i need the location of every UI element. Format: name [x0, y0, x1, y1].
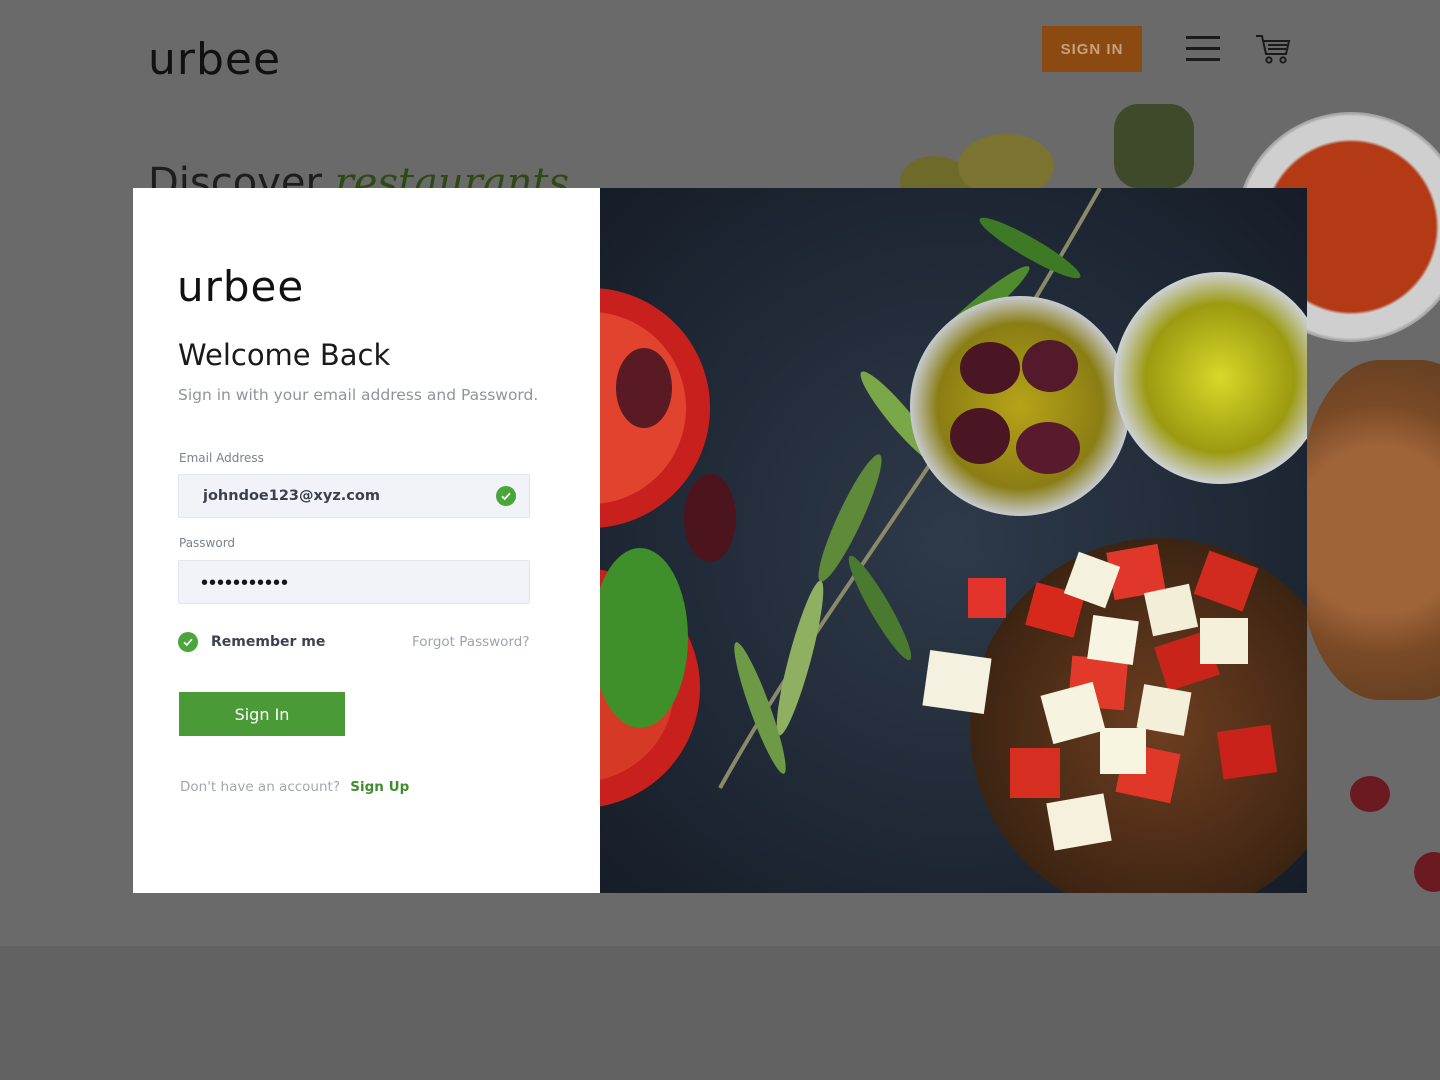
radish-image	[1350, 776, 1390, 812]
modal-title: Welcome Back	[178, 338, 391, 372]
cart-icon[interactable]	[1254, 30, 1292, 68]
password-label: Password	[179, 536, 236, 550]
signin-form-panel: urbee Welcome Back Sign in with your ema…	[133, 188, 600, 893]
forgot-password-link[interactable]: Forgot Password?	[412, 634, 530, 650]
check-circle-icon	[496, 486, 516, 506]
modal-logo: urbee	[177, 262, 305, 311]
signup-prompt: Don't have an account? Sign Up	[180, 779, 409, 795]
food-photo-panel	[600, 188, 1307, 893]
signin-modal: urbee Welcome Back Sign in with your ema…	[133, 188, 1307, 893]
header-signin-button[interactable]: SIGN IN	[1042, 26, 1142, 72]
password-input[interactable]: •••••••••••	[179, 561, 289, 605]
header-logo[interactable]: urbee	[148, 34, 281, 85]
lower-section	[0, 946, 1440, 1080]
no-account-text: Don't have an account?	[180, 779, 340, 795]
food-photo	[600, 188, 1307, 893]
email-field[interactable]	[178, 474, 530, 518]
email-input[interactable]	[179, 475, 529, 517]
signin-button[interactable]: Sign In	[179, 692, 345, 736]
hamburger-menu-icon[interactable]	[1186, 36, 1222, 62]
remember-me-label[interactable]: Remember me	[211, 634, 325, 650]
modal-subtitle: Sign in with your email address and Pass…	[178, 386, 539, 404]
email-label: Email Address	[179, 451, 264, 465]
remember-me-checkbox[interactable]: Remember me	[178, 632, 325, 652]
asparagus-image	[1114, 104, 1194, 188]
signup-link[interactable]: Sign Up	[350, 779, 409, 795]
password-field[interactable]: •••••••••••	[178, 560, 530, 604]
checkbox-checked-icon[interactable]	[178, 632, 198, 652]
pizza-image	[1300, 360, 1440, 700]
